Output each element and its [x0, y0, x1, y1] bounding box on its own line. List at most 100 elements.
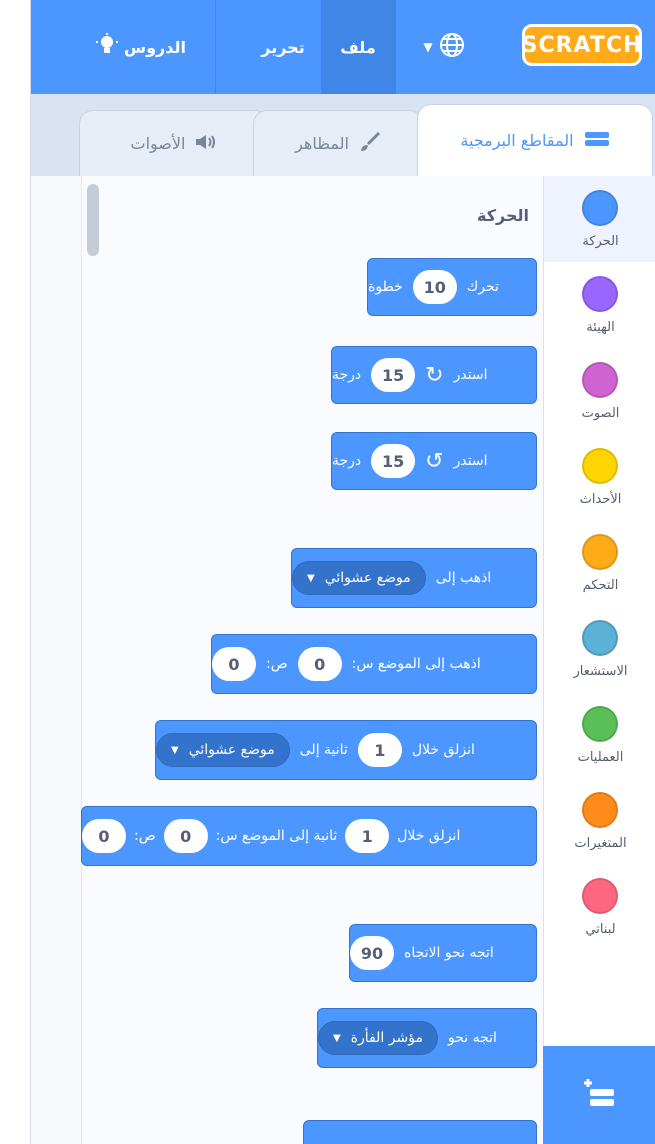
- block-text: اذهب إلى الموضع س:: [351, 656, 481, 672]
- sound-category-icon: [582, 362, 618, 398]
- block-text: اتجه نحو: [447, 1030, 497, 1046]
- steps-input[interactable]: 10: [412, 270, 457, 304]
- tab-code-label: المقاطع البرمجية: [460, 131, 574, 150]
- block-text: انزلق خلال: [397, 828, 461, 844]
- block-point-towards[interactable]: اتجه نحو مؤشر الفأرة ▼: [317, 1008, 537, 1068]
- code-icon: [584, 130, 610, 152]
- add-extension-icon: [582, 1077, 618, 1113]
- control-category-icon: [582, 534, 618, 570]
- category-variables[interactable]: المتغيرات: [544, 778, 655, 864]
- variables-category-icon: [582, 792, 618, 828]
- my-blocks-category-icon: [582, 878, 618, 914]
- block-go-to-xy[interactable]: اذهب إلى الموضع س: 0 ص: 0: [211, 634, 537, 694]
- goto-target-dropdown[interactable]: موضع عشوائي ▼: [292, 561, 426, 595]
- tutorials-label: الدروس: [124, 37, 186, 57]
- category-operators[interactable]: العمليات: [544, 692, 655, 778]
- block-text: انزلق خلال: [411, 742, 475, 758]
- block-go-to[interactable]: اذهب إلى موضع عشوائي ▼: [291, 548, 537, 608]
- seconds-input[interactable]: 1: [357, 733, 402, 767]
- category-label: الصوت: [581, 406, 620, 421]
- block-text: استدر: [453, 367, 488, 383]
- lightbulb-icon: [96, 33, 119, 61]
- block-text: ص:: [134, 828, 156, 844]
- dropdown-caret-icon: ▼: [307, 572, 315, 584]
- rotate-left-icon: ↺: [425, 448, 444, 474]
- category-control[interactable]: التحكم: [544, 520, 655, 606]
- dropdown-caret-icon: ▼: [333, 1032, 341, 1044]
- motion-category-icon: [582, 190, 618, 226]
- tab-costumes-label: المظاهر: [295, 134, 349, 153]
- menu-bar: الدروس تحرير ملف ▼ SCRATCH: [31, 0, 655, 94]
- point-towards-dropdown[interactable]: مؤشر الفأرة ▼: [318, 1021, 438, 1055]
- block-partial[interactable]: [303, 1120, 537, 1144]
- dropdown-value: مؤشر الفأرة: [350, 1030, 423, 1046]
- dropdown-caret-icon: ▼: [423, 40, 433, 54]
- category-label: العمليات: [577, 750, 624, 765]
- block-text: درجة: [332, 367, 362, 383]
- category-events[interactable]: الأحداث: [544, 434, 655, 520]
- operators-category-icon: [582, 706, 618, 742]
- edit-menu[interactable]: تحرير: [245, 0, 321, 94]
- block-glide-to[interactable]: انزلق خلال 1 ثانية إلى موضع عشوائي ▼: [155, 720, 537, 780]
- block-text: اذهب إلى: [435, 570, 492, 586]
- category-label: الهيئة: [586, 320, 615, 335]
- tab-code[interactable]: المقاطع البرمجية: [417, 104, 653, 176]
- block-turn-right[interactable]: استدر ↻ 15 درجة: [331, 346, 537, 404]
- rotate-right-icon: ↻: [425, 362, 444, 388]
- section-title: الحركة: [477, 206, 529, 225]
- block-glide-to-xy[interactable]: انزلق خلال 1 ثانية إلى الموضع س: 0 ص: 0: [81, 806, 537, 866]
- category-label: التحكم: [582, 578, 619, 593]
- add-extension-button[interactable]: [543, 1046, 655, 1144]
- events-category-icon: [582, 448, 618, 484]
- block-text: اتجه نحو الاتجاه: [404, 945, 494, 961]
- file-menu[interactable]: ملف: [321, 0, 395, 94]
- block-text: درجة: [332, 453, 362, 469]
- y-input[interactable]: 0: [82, 819, 126, 853]
- tutorials-menu[interactable]: الدروس: [79, 0, 203, 94]
- x-input[interactable]: 0: [163, 819, 208, 853]
- category-label: المتغيرات: [574, 836, 627, 851]
- degrees-input[interactable]: 15: [371, 358, 416, 392]
- palette-scrollbar[interactable]: [87, 184, 99, 256]
- block-move-steps[interactable]: تحرك 10 خطوة: [367, 258, 537, 316]
- category-sensing[interactable]: الاستشعار: [544, 606, 655, 692]
- language-menu[interactable]: ▼: [401, 0, 487, 94]
- dropdown-value: موضع عشوائي: [324, 570, 411, 586]
- degrees-input[interactable]: 15: [371, 444, 416, 478]
- scratch-logo[interactable]: SCRATCH: [522, 24, 642, 66]
- category-label: الأحداث: [579, 492, 622, 507]
- brush-icon: [359, 131, 381, 157]
- block-turn-left[interactable]: استدر ↺ 15 درجة: [331, 432, 537, 490]
- category-label: لبناتي: [585, 922, 616, 937]
- block-text: ثانية إلى: [299, 742, 348, 758]
- block-text: ص:: [266, 656, 288, 672]
- sensing-category-icon: [582, 620, 618, 656]
- glide-target-dropdown[interactable]: موضع عشوائي ▼: [156, 733, 290, 767]
- looks-category-icon: [582, 276, 618, 312]
- globe-icon: [439, 32, 465, 62]
- category-motion[interactable]: الحركة: [544, 176, 655, 262]
- category-label: الحركة: [582, 234, 619, 249]
- edit-label: تحرير: [261, 37, 305, 57]
- tab-costumes[interactable]: المظاهر: [253, 110, 423, 176]
- block-text: استدر: [453, 453, 488, 469]
- category-sound[interactable]: الصوت: [544, 348, 655, 434]
- y-input[interactable]: 0: [212, 647, 256, 681]
- tab-sounds[interactable]: الأصوات: [79, 110, 269, 176]
- block-point-in-direction[interactable]: اتجه نحو الاتجاه 90: [349, 924, 537, 982]
- dropdown-value: موضع عشوائي: [188, 742, 275, 758]
- block-text: تحرك: [466, 279, 499, 295]
- block-text: خطوة: [368, 279, 403, 295]
- editor-tabs: الأصوات المظاهر المقاطع البرمجية: [31, 94, 655, 176]
- category-looks[interactable]: الهيئة: [544, 262, 655, 348]
- x-input[interactable]: 0: [297, 647, 342, 681]
- seconds-input[interactable]: 1: [345, 819, 390, 853]
- tab-sounds-label: الأصوات: [130, 134, 186, 153]
- dropdown-caret-icon: ▼: [171, 744, 179, 756]
- category-my-blocks[interactable]: لبناتي: [544, 864, 655, 950]
- file-label: ملف: [340, 37, 376, 57]
- category-label: الاستشعار: [573, 664, 628, 679]
- speaker-icon: [195, 133, 217, 155]
- script-area[interactable]: [31, 176, 81, 1144]
- direction-input[interactable]: 90: [350, 936, 394, 970]
